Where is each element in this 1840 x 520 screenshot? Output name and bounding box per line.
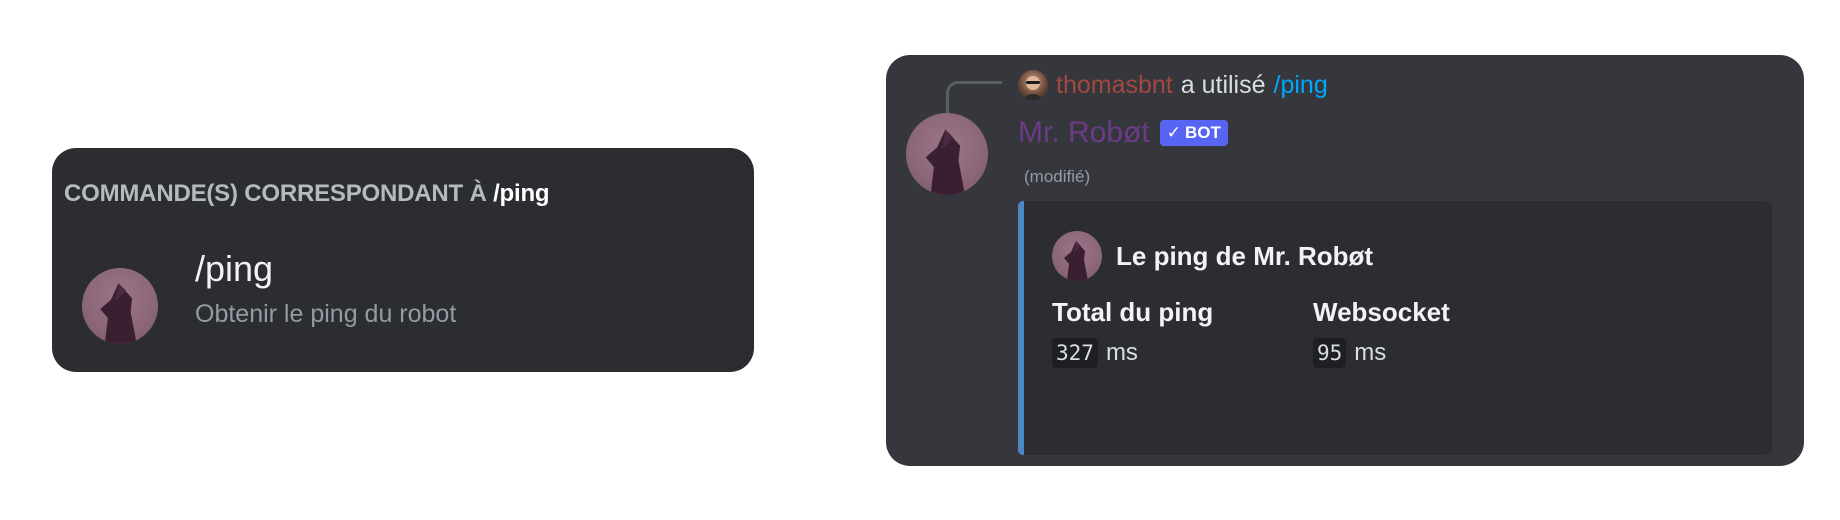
- bot-badge: ✓ BOT: [1159, 120, 1228, 146]
- embed-field-total-ping: Total du ping 327 ms: [1052, 297, 1213, 368]
- field-value-unit: ms: [1105, 339, 1138, 366]
- field-value: 95 ms: [1313, 338, 1450, 368]
- command-name: /ping: [195, 248, 274, 289]
- field-value-code: 95: [1313, 338, 1347, 368]
- field-value-unit: ms: [1354, 339, 1387, 366]
- author-name[interactable]: Mr. Robøt: [1018, 116, 1150, 150]
- robot-avatar-icon[interactable]: [906, 113, 988, 195]
- field-name: Total du ping: [1052, 297, 1214, 327]
- field-value: 327 ms: [1052, 338, 1213, 368]
- embed-author: Le ping de Mr. Robøt: [1052, 231, 1373, 281]
- reply-command[interactable]: /ping: [1274, 71, 1328, 100]
- command-description: Obtenir le ping du robot: [195, 300, 457, 328]
- message-header: Mr. Robøt ✓ BOT: [1018, 111, 1228, 155]
- field-value-code: 327: [1052, 338, 1098, 368]
- embed-field-websocket: Websocket 95 ms: [1313, 297, 1450, 368]
- embed-author-name: Le ping de Mr. Robøt: [1116, 240, 1374, 271]
- user-avatar-icon[interactable]: [1018, 70, 1048, 100]
- field-name: Websocket: [1313, 297, 1450, 327]
- verified-check-icon: ✓: [1166, 123, 1181, 142]
- reply-context[interactable]: thomasbnt a utilisé /ping: [1018, 69, 1328, 101]
- command-item-ping[interactable]: /ping Obtenir le ping du robot: [52, 248, 754, 358]
- robot-avatar-icon: [82, 268, 158, 344]
- edited-label: (modifié): [1024, 167, 1091, 186]
- bot-badge-label: BOT: [1184, 123, 1221, 142]
- robot-avatar-icon: [1052, 231, 1102, 281]
- bot-message: thomasbnt a utilisé /ping Mr. Robøt ✓ BO…: [886, 55, 1804, 466]
- suggestions-header: COMMANDE(S) CORRESPONDANT À /ping: [64, 180, 550, 208]
- embed: Le ping de Mr. Robøt Total du ping 327 m…: [1018, 201, 1772, 455]
- reply-username[interactable]: thomasbnt: [1056, 71, 1173, 100]
- suggestions-header-query: /ping: [493, 180, 550, 207]
- reply-action-text: a utilisé: [1180, 70, 1266, 99]
- suggestions-header-label: COMMANDE(S) CORRESPONDANT À: [64, 180, 487, 207]
- command-suggestions-panel: COMMANDE(S) CORRESPONDANT À /ping /ping …: [52, 148, 754, 372]
